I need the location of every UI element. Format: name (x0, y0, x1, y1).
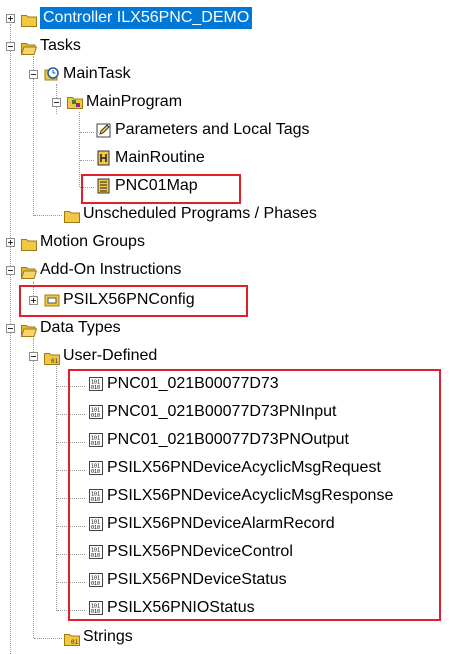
svg-text:01: 01 (51, 358, 59, 365)
collapse-button[interactable] (6, 266, 15, 275)
project-tree: Controller ILX56PNC_DEMO Tasks MainTask … (0, 0, 449, 654)
mainroutine-label: MainRoutine (115, 149, 205, 166)
task-icon (44, 66, 60, 82)
addon-label: Add-On Instructions (40, 261, 182, 278)
tree-node-data-types[interactable]: Data Types (4, 316, 121, 340)
tree-line (80, 160, 94, 161)
expand-button[interactable] (6, 14, 15, 23)
mainprogram-label: MainProgram (86, 93, 183, 110)
folder-icon (21, 14, 37, 27)
motion-groups-label: Motion Groups (40, 233, 145, 250)
tree-node-parameters[interactable]: Parameters and Local Tags (96, 118, 309, 142)
tree-line (79, 112, 80, 187)
datatype-folder-icon: 01 (64, 633, 80, 646)
routine-icon (96, 150, 112, 166)
unscheduled-label: Unscheduled Programs / Phases (83, 205, 317, 222)
tree-node-addon[interactable]: Add-On Instructions (4, 258, 181, 282)
tree-node-mainprogram[interactable]: MainProgram (50, 90, 182, 114)
tree-line (34, 638, 62, 639)
tree-line (34, 215, 62, 216)
tree-node-unscheduled[interactable]: Unscheduled Programs / Phases (64, 202, 317, 226)
tags-icon (96, 122, 112, 138)
highlight-box (68, 369, 441, 621)
tree-node-strings[interactable]: 01 Strings (64, 625, 133, 649)
tasks-label: Tasks (40, 37, 81, 54)
highlight-box (19, 285, 248, 317)
expand-button[interactable] (6, 238, 15, 247)
tree-node-controller[interactable]: Controller ILX56PNC_DEMO (4, 6, 253, 30)
tree-node-motion-groups[interactable]: Motion Groups (4, 230, 145, 254)
highlight-box (81, 174, 241, 204)
folder-icon (21, 238, 37, 251)
strings-label: Strings (83, 628, 133, 645)
maintask-label: MainTask (63, 65, 131, 82)
tree-node-maintask[interactable]: MainTask (27, 62, 131, 86)
user-defined-label: User-Defined (63, 347, 158, 364)
collapse-button[interactable] (6, 324, 15, 333)
tree-node-tasks[interactable]: Tasks (4, 34, 81, 58)
folder-open-icon (20, 42, 38, 55)
collapse-button[interactable] (52, 98, 61, 107)
svg-text:01: 01 (71, 639, 79, 646)
folder-open-icon (20, 266, 38, 279)
parameters-label: Parameters and Local Tags (115, 121, 310, 138)
folder-open-icon (20, 324, 38, 337)
tree-node-user-defined[interactable]: 01 User-Defined (27, 344, 157, 368)
data-types-label: Data Types (40, 319, 121, 336)
folder-icon (64, 210, 80, 223)
controller-label[interactable]: Controller ILX56PNC_DEMO (40, 7, 253, 29)
datatype-folder-icon: 01 (44, 352, 60, 365)
tree-node-mainroutine[interactable]: MainRoutine (96, 146, 205, 170)
tree-line (80, 132, 94, 133)
collapse-button[interactable] (29, 70, 38, 79)
collapse-button[interactable] (6, 42, 15, 51)
collapse-button[interactable] (29, 352, 38, 361)
tree-line (56, 366, 57, 611)
tree-line (33, 338, 34, 638)
program-icon (67, 94, 83, 110)
